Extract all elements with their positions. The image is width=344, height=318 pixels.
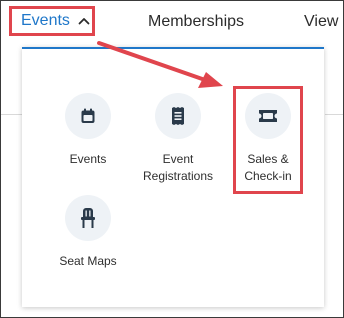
- events-dropdown-menu: Events Event Registrations Sales & Check…: [22, 47, 324, 307]
- menu-item-event-registrations[interactable]: Event Registrations: [133, 93, 223, 185]
- nav-view-tab[interactable]: View: [304, 11, 338, 33]
- nav-events-tab[interactable]: Events: [9, 6, 95, 36]
- menu-item-events[interactable]: Events: [43, 93, 133, 168]
- top-navigation: Events Memberships View: [1, 1, 343, 45]
- menu-item-icon-circle: [65, 93, 111, 139]
- menu-item-label: Events: [69, 152, 107, 166]
- receipt-icon: [172, 107, 184, 125]
- annotation-highlight-box: [233, 86, 303, 194]
- menu-item-seat-maps[interactable]: Seat Maps: [43, 195, 133, 270]
- menu-item-icon-circle: [155, 93, 201, 139]
- nav-memberships-tab[interactable]: Memberships: [148, 11, 244, 33]
- page-divider-left: [1, 114, 22, 115]
- chair-icon: [81, 208, 95, 228]
- nav-events-label: Events: [21, 12, 70, 29]
- page-divider-right: [325, 114, 343, 115]
- menu-item-label: Seat Maps: [59, 254, 117, 268]
- menu-item-label: Event Registrations: [142, 152, 214, 183]
- screenshot-frame: Events Memberships View Events Event Reg…: [0, 0, 344, 318]
- chevron-up-icon: [78, 18, 90, 25]
- calendar-icon: [81, 108, 95, 123]
- menu-item-icon-circle: [65, 195, 111, 241]
